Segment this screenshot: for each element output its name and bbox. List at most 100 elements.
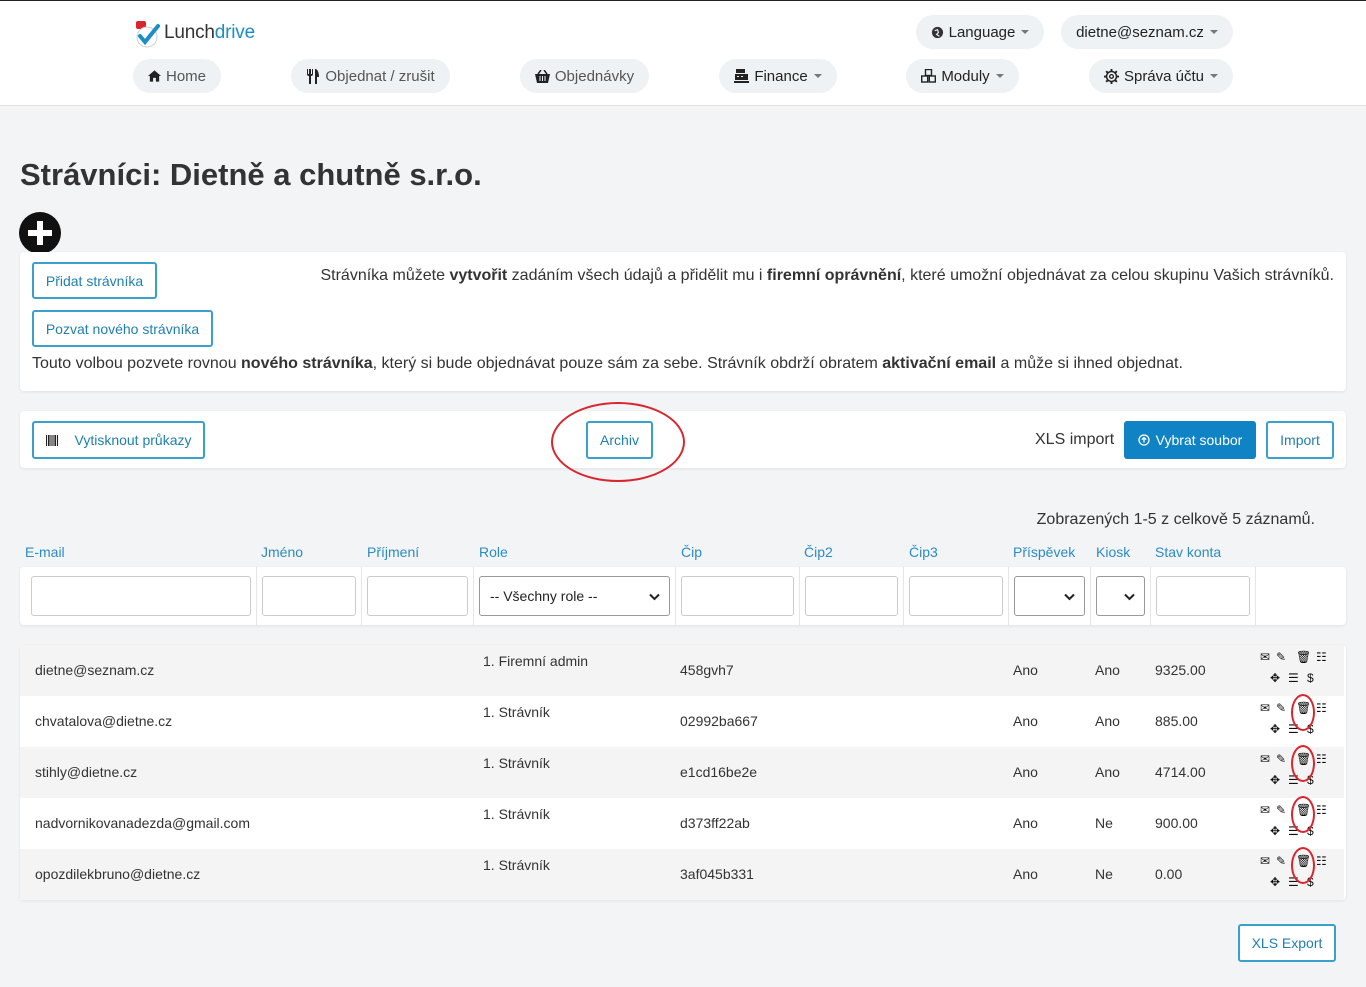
kiosk-filter-select[interactable] <box>1096 576 1145 616</box>
move-icon[interactable]: ✥ <box>1270 723 1280 735</box>
kiosk-cell: Ano <box>1095 662 1120 678</box>
table-row[interactable]: nadvornikovanadezda@gmail.com 1. Strávník… <box>20 796 1344 849</box>
col-header-role[interactable]: Role <box>479 544 508 560</box>
row-actions: ✉ ✎ 🗑 ☷ ✥ ☰ $ <box>1260 651 1330 691</box>
col-header-first-name[interactable]: Jméno <box>261 544 303 560</box>
contribution-cell: Ano <box>1013 815 1038 831</box>
move-icon[interactable]: ✥ <box>1270 825 1280 837</box>
dollar-icon[interactable]: $ <box>1307 672 1314 684</box>
highlight-circle <box>1291 847 1315 884</box>
table-row[interactable]: stihly@dietne.cz 1. Strávník e1cd16be2e Ano… <box>20 745 1344 798</box>
list-icon[interactable]: ☷ <box>1316 651 1327 663</box>
nav-account-label: Správa účtu <box>1123 67 1205 85</box>
last-name-filter-input[interactable] <box>367 576 468 616</box>
highlight-circle <box>1291 745 1315 782</box>
col-header-chip[interactable]: Čip <box>681 544 702 560</box>
col-header-chip3[interactable]: Čip3 <box>909 544 938 560</box>
highlight-circle <box>1291 694 1315 731</box>
pencil-icon[interactable]: ✎ <box>1276 855 1286 867</box>
contribution-filter-select[interactable] <box>1014 576 1085 616</box>
email-cell: stihly@dietne.cz <box>35 764 138 780</box>
move-icon[interactable]: ✥ <box>1270 876 1280 888</box>
print-cards-button[interactable]: Vytisknout průkazy <box>32 421 205 459</box>
add-diner-button[interactable]: Přidat strávníka <box>32 262 157 299</box>
nav-finance-dropdown[interactable]: Finance <box>719 59 837 93</box>
chip3-filter-input[interactable] <box>909 576 1003 616</box>
first-name-filter-input[interactable] <box>262 576 356 616</box>
pencil-icon[interactable]: ✎ <box>1276 804 1286 816</box>
import-button[interactable]: Import <box>1266 421 1334 459</box>
nav-finance-label: Finance <box>754 67 808 85</box>
role-filter-value: -- Všechny role -- <box>490 588 598 604</box>
lines-icon[interactable]: ☰ <box>1288 672 1299 684</box>
chevron-down-icon <box>1210 74 1219 78</box>
basket-icon <box>534 69 550 83</box>
move-icon[interactable]: ✥ <box>1270 774 1280 786</box>
table-row[interactable]: chvatalova@dietne.cz 1. Strávník 02992ba66… <box>20 694 1344 747</box>
col-header-last-name[interactable]: Příjmení <box>367 544 419 560</box>
chevron-down-icon <box>995 74 1004 78</box>
logo[interactable]: Lunchdrive <box>132 17 255 49</box>
list-icon[interactable]: ☷ <box>1316 753 1327 765</box>
top-header: Lunchdrive Language dietne@seznam.cz Hom… <box>0 0 1366 106</box>
pencil-icon[interactable]: ✎ <box>1276 651 1286 663</box>
envelope-icon[interactable]: ✉ <box>1260 651 1270 663</box>
role-cell: 1. Strávník <box>483 704 550 720</box>
role-cell: 1. Strávník <box>483 806 550 822</box>
envelope-icon[interactable]: ✉ <box>1260 753 1270 765</box>
col-header-kiosk[interactable]: Kiosk <box>1096 544 1130 560</box>
choose-file-label: Vybrat soubor <box>1155 432 1243 448</box>
add-button[interactable] <box>19 212 61 254</box>
records-summary: Zobrazených 1-5 z celkově 5 záznamů. <box>1036 511 1315 528</box>
trash-icon[interactable]: 🗑 <box>1296 651 1311 663</box>
table-row[interactable]: opozdilekbruno@dietne.cz 1. Strávník 3af04… <box>20 847 1344 900</box>
move-icon[interactable]: ✥ <box>1270 672 1280 684</box>
role-cell: 1. Firemní admin <box>483 653 589 669</box>
nav-order-label: Objednat / zrušit <box>325 67 435 85</box>
list-icon[interactable]: ☷ <box>1316 702 1327 714</box>
chevron-down-icon <box>813 74 822 78</box>
pencil-icon[interactable]: ✎ <box>1276 753 1286 765</box>
highlight-circle <box>551 402 685 482</box>
list-icon[interactable]: ☷ <box>1316 804 1327 816</box>
table-row[interactable]: dietne@seznam.cz 1. Firemní admin 458gvh7 A… <box>20 645 1344 696</box>
xls-export-button[interactable]: XLS Export <box>1238 924 1336 962</box>
language-dropdown[interactable]: Language <box>916 15 1044 49</box>
chip-filter-input[interactable] <box>681 576 794 616</box>
kiosk-cell: Ano <box>1095 764 1120 780</box>
logo-icon <box>132 17 162 49</box>
list-icon[interactable]: ☷ <box>1316 855 1327 867</box>
page-title: Strávníci: Dietně a chutně s.r.o. <box>20 157 482 192</box>
choose-file-button[interactable]: Vybrat soubor <box>1124 421 1256 459</box>
divider <box>799 567 800 625</box>
chevron-down-icon <box>649 588 660 604</box>
nav-orders[interactable]: Objednávky <box>520 59 649 93</box>
col-header-email[interactable]: E-mail <box>25 544 65 560</box>
highlight-circle <box>1291 796 1315 833</box>
kiosk-cell: Ano <box>1095 713 1120 729</box>
nav-home[interactable]: Home <box>133 59 221 93</box>
balance-filter-input[interactable] <box>1156 576 1250 616</box>
chip-cell: 02992ba667 <box>680 713 758 729</box>
envelope-icon[interactable]: ✉ <box>1260 804 1270 816</box>
envelope-icon[interactable]: ✉ <box>1260 702 1270 714</box>
role-filter-select[interactable]: -- Všechny role -- <box>479 576 670 616</box>
col-header-contribution[interactable]: Příspěvek <box>1013 544 1075 560</box>
user-dropdown[interactable]: dietne@seznam.cz <box>1061 15 1233 49</box>
pencil-icon[interactable]: ✎ <box>1276 702 1286 714</box>
balance-cell: 900.00 <box>1155 815 1198 831</box>
col-header-chip2[interactable]: Čip2 <box>804 544 833 560</box>
nav-account-dropdown[interactable]: Správa účtu <box>1089 59 1233 93</box>
home-icon <box>147 70 161 82</box>
nav-modules-dropdown[interactable]: Moduly <box>906 59 1019 93</box>
col-header-balance[interactable]: Stav konta <box>1155 544 1221 560</box>
chip2-filter-input[interactable] <box>805 576 898 616</box>
invite-diner-button[interactable]: Pozvat nového strávníka <box>32 310 213 347</box>
email-filter-input[interactable] <box>31 576 251 616</box>
envelope-icon[interactable]: ✉ <box>1260 855 1270 867</box>
email-cell: opozdilekbruno@dietne.cz <box>35 866 201 882</box>
cutlery-icon <box>306 68 320 84</box>
upload-icon <box>1138 434 1150 446</box>
nav-order-cancel[interactable]: Objednat / zrušit <box>291 59 450 93</box>
divider <box>1008 567 1009 625</box>
